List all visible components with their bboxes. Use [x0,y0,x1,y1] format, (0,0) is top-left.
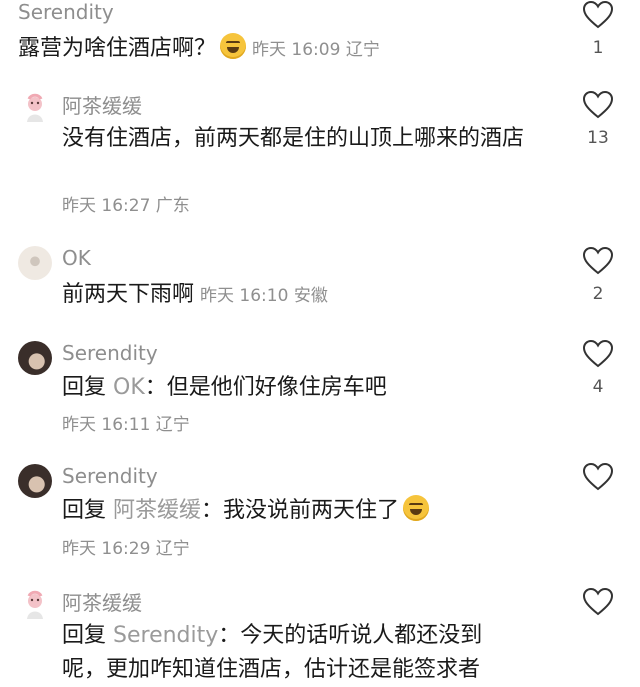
heart-icon [582,246,614,275]
comment-meta: 昨天 16:10 安徽 [200,286,328,306]
like-button[interactable] [582,587,614,617]
comment-content: ：我没说前两天住了 [201,498,400,523]
avatar[interactable] [18,246,52,280]
comment-text[interactable]: 回复 Serendity：今天的话听说人都还没到 [62,619,538,653]
like-count: 2 [592,284,604,304]
comment-content-continued: 呢，更加咋知道住酒店，估计还是能签求者 [62,657,481,682]
commenter-name[interactable]: 阿茶缓缓 [62,90,142,119]
comment-content: 前两天下雨啊 [62,282,195,307]
like-button[interactable]: 2 [582,246,614,304]
comment-content: ：今天的话听说人都还没到 [218,623,483,648]
reply-target-name[interactable]: Serendity [113,623,218,648]
like-count: 4 [592,377,604,397]
comment-meta: 昨天 16:27 广东 [62,196,190,216]
comment-content: 露营为啥住酒店啊？ [18,36,217,61]
comment-meta: 昨天 16:29 辽宁 [62,539,190,559]
comment-text[interactable]: 露营为啥住酒店啊？ 昨天 16:09 辽宁 [18,32,538,67]
grinning-sweat-emoji [220,33,247,59]
reply-label: 回复 [62,375,107,400]
heart-icon [582,587,614,616]
commenter-name[interactable]: Serendity [18,0,114,24]
avatar-figure-icon [27,93,43,122]
commenter-name[interactable]: Serendity [62,341,158,365]
comment-text[interactable]: 前两天下雨啊 昨天 16:10 安徽 [62,278,552,313]
reply-label: 回复 [62,623,107,648]
like-button[interactable]: 4 [582,339,614,397]
avatar-figure-icon [27,590,43,619]
comment-meta: 昨天 16:09 辽宁 [252,40,380,60]
comment-content[interactable]: 没有住酒店，前两天都是住的山顶上哪来的酒店 [62,122,538,156]
reply-target-name[interactable]: OK [113,375,145,400]
comment-content: ：但是他们好像住房车吧 [144,375,387,400]
commenter-name[interactable]: OK [62,246,91,270]
heart-icon [582,462,614,491]
reply-label: 回复 [62,498,107,523]
comment-text[interactable]: 回复 OK：但是他们好像住房车吧 [62,371,552,405]
like-count: 1 [592,38,604,58]
comment-text[interactable]: 回复 阿茶缓缓：我没说前两天住了 [62,494,552,528]
like-button[interactable]: 13 [582,90,614,148]
like-button[interactable]: 1 [582,0,614,58]
like-count: 13 [587,128,609,148]
avatar[interactable] [18,92,52,126]
commenter-name[interactable]: 阿茶缓缓 [62,587,142,616]
reply-target-name[interactable]: 阿茶缓缓 [113,498,201,523]
comment-meta: 昨天 16:11 辽宁 [62,415,190,435]
heart-icon [582,90,614,119]
avatar[interactable] [18,341,52,375]
grinning-sweat-emoji [403,495,430,521]
avatar[interactable] [18,464,52,498]
avatar[interactable] [18,589,52,623]
heart-icon [582,0,614,29]
heart-icon [582,339,614,368]
like-button[interactable] [582,462,614,492]
commenter-name[interactable]: Serendity [62,464,158,488]
